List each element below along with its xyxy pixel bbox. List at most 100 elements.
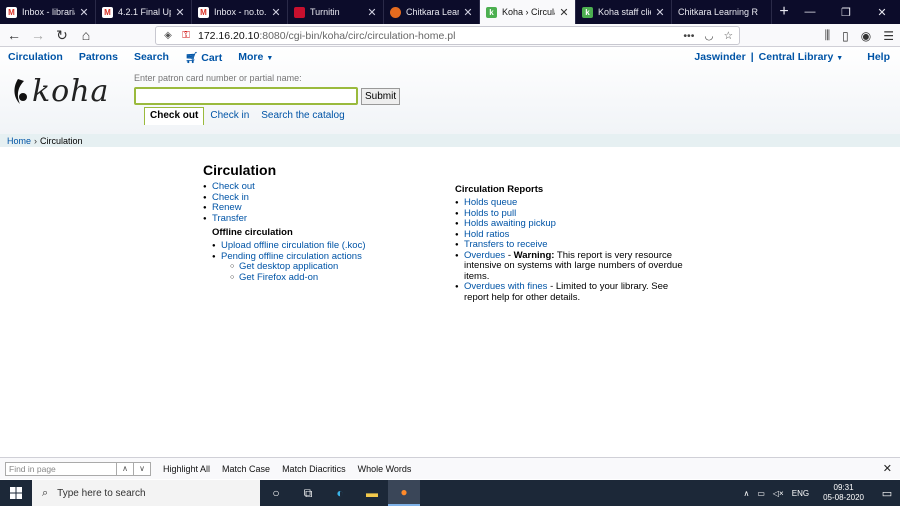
chevron-up-icon[interactable]: ∧ <box>743 489 749 498</box>
account-icon[interactable]: ◉ <box>861 29 871 43</box>
start-button[interactable] <box>0 480 32 506</box>
tab-koha-circulation[interactable]: k Koha › Circulati ✕ <box>480 0 576 24</box>
cortana-icon[interactable]: ○ <box>260 480 292 506</box>
link-holds-queue[interactable]: Holds queue <box>464 197 517 208</box>
navigation-bar: ← → ↻ ⌂ ◈ ⚿ 172.16.20.10:8080/cgi-bin/ko… <box>0 24 900 47</box>
reload-icon[interactable]: ↻ <box>50 25 74 45</box>
close-find-bar-icon[interactable]: ✕ <box>883 462 892 475</box>
forward-icon[interactable]: → <box>26 25 50 45</box>
koha-logo[interactable]: koha <box>12 73 122 109</box>
page-actions-icon[interactable]: ••• <box>683 30 694 42</box>
taskbar-search[interactable]: ⌕ Type here to search <box>32 480 260 506</box>
close-window-icon[interactable]: ✕ <box>864 0 900 24</box>
close-icon[interactable]: ✕ <box>271 6 281 19</box>
link-check-out[interactable]: Check out <box>212 181 255 192</box>
link-check-in[interactable]: Check in <box>212 192 249 203</box>
library-icon[interactable]: ⫼ <box>825 28 831 43</box>
link-hold-ratios[interactable]: Hold ratios <box>464 229 509 240</box>
link-holds-to-pull[interactable]: Holds to pull <box>464 208 516 219</box>
edge-icon[interactable]: ◐ <box>324 480 356 506</box>
link-transfers-to-receive[interactable]: Transfers to receive <box>464 239 548 250</box>
main-content: Circulation Check out Check in Renew Tra… <box>0 147 900 457</box>
minimize-icon[interactable]: — <box>792 0 828 24</box>
close-icon[interactable]: ✕ <box>367 6 377 19</box>
caret-down-icon: ▼ <box>836 55 844 62</box>
link-pending-offline-actions[interactable]: Pending offline circulation actions <box>221 251 362 262</box>
language-indicator[interactable]: ENG <box>792 489 809 498</box>
close-icon[interactable]: ✕ <box>175 6 185 19</box>
pocket-icon[interactable]: ◡ <box>704 30 713 42</box>
firefox-icon[interactable]: ● <box>388 480 420 506</box>
list-item: Get Firefox add-on <box>230 272 443 284</box>
patron-search-label: Enter patron card number or partial name… <box>134 73 302 83</box>
highlight-all-toggle[interactable]: Highlight All <box>163 464 210 474</box>
find-input[interactable]: Find in page <box>5 461 117 476</box>
link-firefox-addon[interactable]: Get Firefox add-on <box>239 272 318 283</box>
back-icon[interactable]: ← <box>2 25 26 45</box>
notifications-icon[interactable]: ▭ <box>874 487 900 500</box>
cart-icon: 🛒︎ <box>184 51 199 64</box>
insecure-lock-icon[interactable]: ⚿ <box>180 30 192 41</box>
close-icon[interactable]: ✕ <box>79 6 89 19</box>
link-renew[interactable]: Renew <box>212 202 242 213</box>
tab-inbox-no-to-pl[interactable]: M Inbox - no.to.pl ✕ <box>192 0 288 24</box>
find-next-icon[interactable]: ∨ <box>134 461 151 476</box>
close-icon[interactable]: ✕ <box>655 6 665 19</box>
patron-search-area: Enter patron card number or partial name… <box>134 73 401 105</box>
user-links: Jaswinder | Central Library ▼ Help <box>694 47 890 67</box>
link-holds-awaiting-pickup[interactable]: Holds awaiting pickup <box>464 218 556 229</box>
match-case-toggle[interactable]: Match Case <box>222 464 270 474</box>
url-path: :8080/cgi-bin/koha/circ/circulation-home… <box>259 29 456 42</box>
task-view-icon[interactable]: ⧉ <box>292 480 324 506</box>
file-explorer-icon[interactable]: ▬ <box>356 480 388 506</box>
tab-check-out[interactable]: Check out <box>144 107 205 125</box>
link-transfer[interactable]: Transfer <box>212 213 247 224</box>
link-upload-offline-file[interactable]: Upload offline circulation file (.koc) <box>221 240 366 251</box>
tab-turnitin[interactable]: Turnitin ✕ <box>288 0 384 24</box>
link-overdues-with-fines[interactable]: Overdues with fines <box>464 281 547 292</box>
clock[interactable]: 09:31 05-08-2020 <box>823 483 864 503</box>
menu-circulation[interactable]: Circulation <box>8 51 63 63</box>
volume-icon[interactable]: ◁× <box>773 489 784 498</box>
url-host: 172.16.20.10 <box>198 29 260 42</box>
shield-icon[interactable]: ◈ <box>162 30 174 41</box>
close-icon[interactable]: ✕ <box>463 6 473 19</box>
home-icon[interactable]: ⌂ <box>74 25 98 45</box>
branch-link[interactable]: Central Library ▼ <box>759 51 844 63</box>
sidebar-icon[interactable]: ▯ <box>842 29 849 43</box>
turnitin-icon <box>294 6 305 18</box>
taskbar-search-placeholder: Type here to search <box>57 487 146 499</box>
restore-icon[interactable]: ❐ <box>828 0 864 24</box>
tab-koha-staff-client[interactable]: k Koha staff client ✕ <box>576 0 672 24</box>
network-icon[interactable]: ▭ <box>757 489 765 498</box>
help-link[interactable]: Help <box>867 51 890 63</box>
circulation-reports-heading: Circulation Reports <box>455 184 544 195</box>
breadcrumb-home[interactable]: Home <box>7 136 31 146</box>
list-item: Pending offline circulation actions Get … <box>212 251 443 284</box>
tab-final-upload[interactable]: M 4.2.1 Final Uplo ✕ <box>96 0 192 24</box>
tab-check-in[interactable]: Check in <box>204 107 255 124</box>
url-bar[interactable]: ◈ ⚿ 172.16.20.10:8080/cgi-bin/koha/circ/… <box>155 26 740 45</box>
bookmark-star-icon[interactable]: ☆ <box>724 30 733 42</box>
close-icon[interactable]: ✕ <box>559 6 569 19</box>
menu-icon[interactable]: ☰ <box>883 29 894 43</box>
koha-header: Circulation Patrons Search 🛒︎ Cart More ▼… <box>0 47 900 134</box>
tab-inbox-librarian[interactable]: M Inbox - librarian ✕ <box>0 0 96 24</box>
tab-search-catalog[interactable]: Search the catalog <box>255 107 350 124</box>
submit-button[interactable]: Submit <box>361 87 401 105</box>
find-previous-icon[interactable]: ∧ <box>117 461 134 476</box>
menu-more[interactable]: More ▼ <box>238 51 273 63</box>
gmail-icon: M <box>198 6 209 18</box>
match-diacritics-toggle[interactable]: Match Diacritics <box>282 464 346 474</box>
menu-search[interactable]: Search <box>134 51 169 63</box>
whole-words-toggle[interactable]: Whole Words <box>358 464 412 474</box>
patron-search-input[interactable] <box>134 87 358 105</box>
user-name-link[interactable]: Jaswinder <box>694 51 745 63</box>
tab-chitkara-learning[interactable]: Chitkara Learnin ✕ <box>384 0 480 24</box>
menu-cart[interactable]: 🛒︎ Cart <box>185 51 222 64</box>
menu-patrons[interactable]: Patrons <box>79 51 118 63</box>
link-desktop-application[interactable]: Get desktop application <box>239 261 338 272</box>
koha-logo-mark-icon <box>14 79 27 104</box>
tab-chitkara-learning-r[interactable]: Chitkara Learning R <box>672 0 772 24</box>
link-overdues[interactable]: Overdues <box>464 250 505 261</box>
